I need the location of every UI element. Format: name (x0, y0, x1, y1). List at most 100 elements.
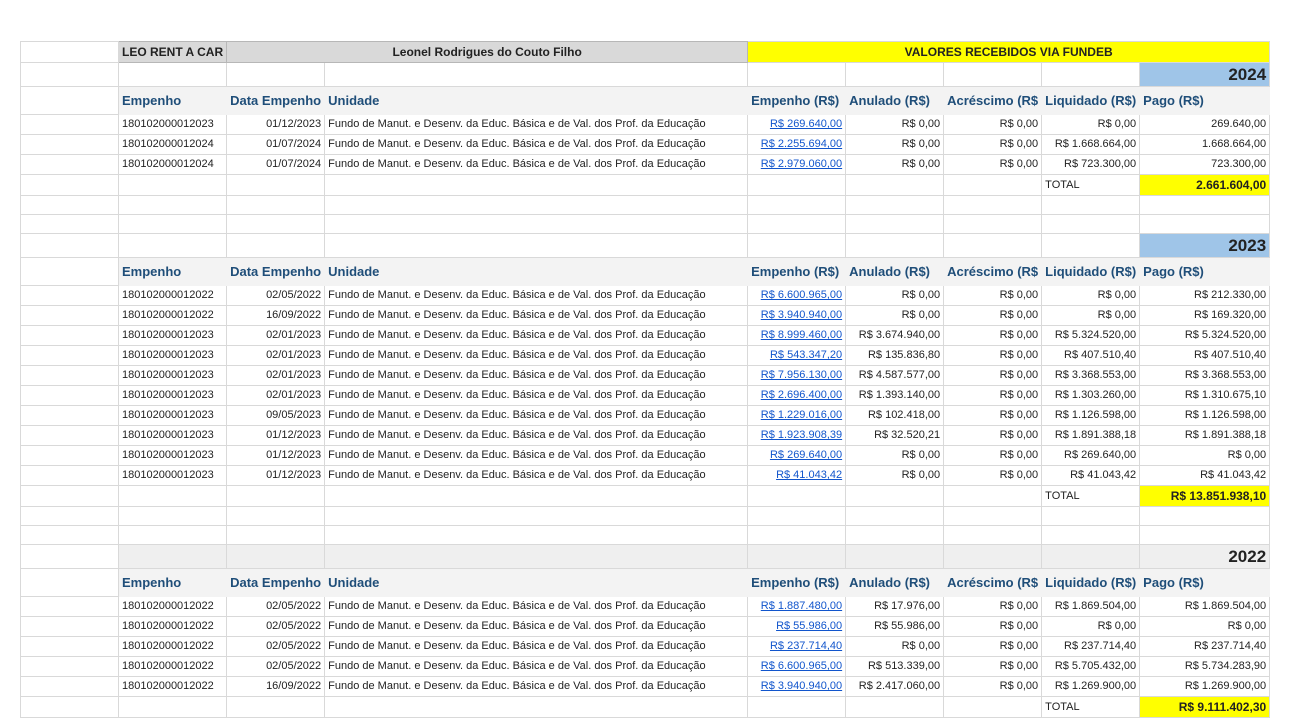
pago-cell[interactable]: R$ 0,00 (1139, 445, 1271, 466)
pago-cell[interactable]: R$ 5.324.520,00 (1139, 325, 1271, 346)
cell[interactable] (20, 544, 119, 569)
empenho-cell[interactable]: 180102000012022 (117, 616, 228, 637)
empenho-cell[interactable]: 180102000012023 (117, 365, 228, 386)
cell[interactable] (20, 285, 119, 306)
acrescimo-cell[interactable]: R$ 0,00 (943, 345, 1043, 366)
pago-cell[interactable]: 723.300,00 (1139, 154, 1271, 175)
cell[interactable] (117, 214, 228, 234)
unidade-cell[interactable]: Fundo de Manut. e Desenv. da Educ. Básic… (324, 596, 749, 617)
liquidado-cell[interactable]: R$ 41.043,42 (1041, 465, 1141, 486)
pago-cell[interactable]: R$ 1.891.388,18 (1139, 425, 1271, 446)
anulado-cell[interactable]: R$ 513.339,00 (845, 656, 945, 677)
empenho-cell[interactable]: 180102000012023 (117, 465, 228, 486)
unidade-cell[interactable]: Fundo de Manut. e Desenv. da Educ. Básic… (324, 425, 749, 446)
liquidado-cell[interactable]: R$ 269.640,00 (1041, 445, 1141, 466)
empenho-value-link[interactable]: R$ 3.940.940,00 (747, 305, 847, 326)
cell[interactable] (20, 214, 119, 234)
cell[interactable] (20, 676, 119, 697)
unidade-cell[interactable]: Fundo de Manut. e Desenv. da Educ. Básic… (324, 365, 749, 386)
cell[interactable] (226, 506, 326, 526)
anulado-cell[interactable]: R$ 0,00 (845, 134, 945, 155)
date-cell[interactable]: 02/05/2022 (226, 656, 326, 677)
anulado-cell[interactable]: R$ 17.976,00 (845, 596, 945, 617)
empenho-cell[interactable]: 180102000012023 (117, 425, 228, 446)
cell[interactable] (943, 174, 1043, 196)
liquidado-cell[interactable]: R$ 5.324.520,00 (1041, 325, 1141, 346)
anulado-cell[interactable]: R$ 3.674.940,00 (845, 325, 945, 346)
cell[interactable] (747, 195, 847, 215)
pago-cell[interactable]: R$ 169.320,00 (1139, 305, 1271, 326)
acrescimo-cell[interactable]: R$ 0,00 (943, 465, 1043, 486)
cell[interactable] (20, 445, 119, 466)
empenho-value-link[interactable]: R$ 41.043,42 (747, 465, 847, 486)
anulado-cell[interactable]: R$ 55.986,00 (845, 616, 945, 637)
cell[interactable] (20, 596, 119, 617)
date-cell[interactable]: 09/05/2023 (226, 405, 326, 426)
cell[interactable] (20, 114, 119, 135)
empenho-cell[interactable]: 180102000012023 (117, 345, 228, 366)
empenho-value-link[interactable]: R$ 8.999.460,00 (747, 325, 847, 346)
empenho-value-link[interactable]: R$ 1.923.908,39 (747, 425, 847, 446)
empenho-cell[interactable]: 180102000012024 (117, 154, 228, 175)
cell[interactable] (226, 195, 326, 215)
pago-cell[interactable]: R$ 1.269.900,00 (1139, 676, 1271, 697)
cell[interactable] (20, 86, 119, 115)
liquidado-cell[interactable]: R$ 1.269.900,00 (1041, 676, 1141, 697)
date-cell[interactable]: 16/09/2022 (226, 676, 326, 697)
empenho-value-link[interactable]: R$ 1.887.480,00 (747, 596, 847, 617)
cell[interactable] (747, 544, 847, 569)
cell[interactable] (324, 174, 749, 196)
acrescimo-cell[interactable]: R$ 0,00 (943, 636, 1043, 657)
unidade-cell[interactable]: Fundo de Manut. e Desenv. da Educ. Básic… (324, 676, 749, 697)
acrescimo-cell[interactable]: R$ 0,00 (943, 305, 1043, 326)
acrescimo-cell[interactable]: R$ 0,00 (943, 365, 1043, 386)
cell[interactable] (324, 696, 749, 718)
anulado-cell[interactable]: R$ 1.393.140,00 (845, 385, 945, 406)
cell[interactable] (226, 174, 326, 196)
cell[interactable] (1041, 525, 1141, 545)
liquidado-cell[interactable]: R$ 0,00 (1041, 114, 1141, 135)
cell[interactable] (943, 506, 1043, 526)
cell[interactable] (845, 233, 945, 258)
liquidado-cell[interactable]: R$ 407.510,40 (1041, 345, 1141, 366)
pago-cell[interactable]: R$ 237.714,40 (1139, 636, 1271, 657)
date-cell[interactable]: 02/01/2023 (226, 385, 326, 406)
date-cell[interactable]: 01/12/2023 (226, 114, 326, 135)
pago-cell[interactable]: R$ 3.368.553,00 (1139, 365, 1271, 386)
anulado-cell[interactable]: R$ 135.836,80 (845, 345, 945, 366)
acrescimo-cell[interactable]: R$ 0,00 (943, 445, 1043, 466)
unidade-cell[interactable]: Fundo de Manut. e Desenv. da Educ. Básic… (324, 154, 749, 175)
cell[interactable] (117, 62, 228, 87)
empenho-value-link[interactable]: R$ 269.640,00 (747, 114, 847, 135)
empenho-cell[interactable]: 180102000012023 (117, 405, 228, 426)
cell[interactable] (117, 525, 228, 545)
pago-cell[interactable]: R$ 1.310.675,10 (1139, 385, 1271, 406)
empenho-cell[interactable]: 180102000012022 (117, 676, 228, 697)
cell[interactable] (226, 233, 326, 258)
cell[interactable] (845, 174, 945, 196)
date-cell[interactable]: 01/07/2024 (226, 154, 326, 175)
anulado-cell[interactable]: R$ 0,00 (845, 114, 945, 135)
cell[interactable] (747, 62, 847, 87)
cell[interactable] (845, 544, 945, 569)
cell[interactable] (226, 62, 326, 87)
empenho-cell[interactable]: 180102000012024 (117, 134, 228, 155)
cell[interactable] (20, 616, 119, 637)
cell[interactable] (20, 465, 119, 486)
pago-cell[interactable]: R$ 1.869.504,00 (1139, 596, 1271, 617)
cell[interactable] (324, 233, 749, 258)
cell[interactable] (20, 405, 119, 426)
acrescimo-cell[interactable]: R$ 0,00 (943, 676, 1043, 697)
cell[interactable] (324, 544, 749, 569)
empenho-cell[interactable]: 180102000012023 (117, 114, 228, 135)
cell[interactable] (20, 305, 119, 326)
anulado-cell[interactable]: R$ 0,00 (845, 465, 945, 486)
cell[interactable] (117, 696, 228, 718)
cell[interactable] (226, 525, 326, 545)
cell[interactable] (20, 174, 119, 196)
acrescimo-cell[interactable]: R$ 0,00 (943, 385, 1043, 406)
anulado-cell[interactable]: R$ 0,00 (845, 305, 945, 326)
cell[interactable] (845, 485, 945, 507)
liquidado-cell[interactable]: R$ 1.126.598,00 (1041, 405, 1141, 426)
anulado-cell[interactable]: R$ 2.417.060,00 (845, 676, 945, 697)
